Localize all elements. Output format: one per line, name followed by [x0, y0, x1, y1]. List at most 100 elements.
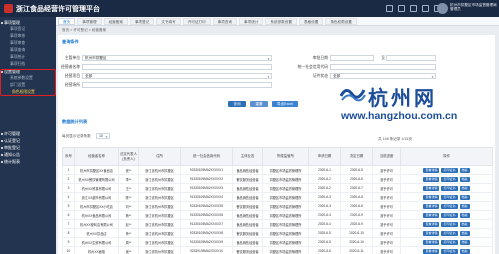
table-cell: 2020-6-9 [340, 210, 373, 220]
table-row[interactable]: 1 杭州市拱墅区XX食品店 张** 浙江省杭州市拱墅区 92330105MA2XXXXX… [62, 165, 493, 175]
sidebar-item[interactable]: 事项查询 [0, 47, 56, 54]
table-cell: 餐饮服务经营者 [232, 174, 263, 184]
sidebar-group[interactable]: 通知公告 [0, 151, 56, 158]
row-action-button[interactable]: 档案 [459, 230, 470, 236]
table-row[interactable]: 8 杭州XX饮品店 黄** 浙江省杭州市拱墅区 92330105MA2XXXXX8 餐饮服… [62, 228, 493, 238]
row-action-button[interactable]: 打印证书 [441, 185, 458, 191]
premises-input[interactable] [82, 82, 272, 88]
sidebar-item[interactable]: 事项审核 [0, 33, 56, 40]
tab[interactable]: 系统参数设置 [265, 17, 297, 25]
table-cell: 2020-6-5 [340, 165, 373, 175]
table-row[interactable]: 5 杭州市拱墅区XX小吃店 刘** 浙江省杭州市拱墅区 92330105MA2XXXXX… [62, 201, 493, 211]
table-cell: 92330105MA2XXXXX8 [180, 228, 233, 238]
sidebar-item[interactable]: 事项归档 [0, 61, 56, 68]
row-action-button[interactable]: 打印证书 [441, 230, 458, 236]
column-header: 主体业态 [232, 147, 263, 166]
row-action-button[interactable]: 查看详情 [423, 167, 440, 173]
row-action-button[interactable]: 查看详情 [423, 203, 440, 209]
top-toolbar [386, 5, 441, 12]
table-cell: 2020-6-6 [340, 174, 373, 184]
table-row[interactable]: 2 杭州XX餐饮管理有限公司 李** 浙江省杭州市拱墅区 91330105MA2XXXX… [62, 174, 493, 184]
tab[interactable]: 经营备案 [103, 17, 128, 25]
table-row[interactable]: 6 杭州XX食品有限公司 杨** 浙江省杭州市拱墅区 91330105MA2XXXXX6… [62, 210, 493, 220]
table-cell: 食品销售经营者 [232, 192, 263, 202]
sidebar-item[interactable]: 事项统计 [0, 54, 56, 61]
sidebar-group[interactable]: 统计报表 [0, 158, 56, 165]
cert-status-select[interactable]: 全部 ▼ [330, 73, 436, 79]
sidebar-group[interactable]: 审批登记 [0, 144, 56, 151]
row-action-button[interactable]: 查看详情 [423, 194, 440, 200]
row-action-button[interactable]: 打印证书 [441, 248, 458, 254]
row-action-button[interactable]: 档案 [459, 176, 470, 182]
row-action-button[interactable]: 档案 [459, 221, 470, 227]
row-action-button[interactable]: 查看详情 [423, 176, 440, 182]
query-button[interactable]: 查询 [228, 101, 246, 107]
home-icon[interactable] [386, 5, 393, 12]
table-cell: 准予许可 [372, 210, 401, 220]
fullscreen-icon[interactable] [422, 5, 429, 12]
row-action-button[interactable]: 查看详情 [423, 185, 440, 191]
table-cell: 餐饮服务经营者 [232, 246, 263, 254]
table-cell: 5 [62, 201, 75, 211]
row-action-button[interactable]: 查看详情 [423, 212, 440, 218]
row-action-button[interactable]: 打印证书 [441, 203, 458, 209]
row-action-button[interactable]: 打印证书 [441, 167, 458, 173]
row-action-button[interactable]: 打印证书 [441, 239, 458, 245]
table-cell: 2020-6-8 [340, 201, 373, 211]
row-action-button[interactable]: 打印证书 [441, 221, 458, 227]
sidebar-group[interactable]: 许可管理 [0, 130, 56, 137]
tab[interactable]: 事项统计 [239, 17, 264, 25]
row-action-button[interactable]: 查看详情 [423, 221, 440, 227]
sidebar-group-affairs[interactable]: 事项管理 [0, 19, 56, 26]
sidebar-item[interactable]: 事项登记 [0, 26, 56, 33]
row-action-button[interactable]: 查看详情 [423, 239, 440, 245]
approval-date-end[interactable] [386, 55, 436, 61]
row-action-button[interactable]: 打印证书 [441, 212, 458, 218]
tab[interactable]: 事项登记 [129, 17, 155, 25]
tab[interactable]: 事项管理 [77, 17, 102, 25]
unit-select[interactable]: 杭州市拱墅区 ▼ [82, 55, 272, 61]
table-cell: 准予许可 [372, 174, 401, 184]
tab[interactable]: 角色权限设置 [325, 17, 357, 25]
operator-name-input[interactable] [82, 64, 272, 70]
tab[interactable]: 事项查询 [212, 17, 238, 25]
table-cell: 6 [62, 210, 75, 220]
tab[interactable]: 文书填写 [156, 17, 181, 25]
table-cell: 周** [118, 237, 139, 247]
export-excel-button[interactable]: 导出Excel [272, 101, 298, 107]
message-icon[interactable] [398, 5, 405, 12]
row-action-button[interactable]: 打印证书 [441, 176, 458, 182]
tab[interactable]: 表格设置 [298, 17, 324, 25]
row-action-button[interactable]: 档案 [459, 167, 470, 173]
table-row[interactable]: 4 浙江XX超市有限公司 陈** 浙江省杭州市拱墅区 91330105MA2XXXXX4… [62, 192, 493, 202]
user-role: 管理员 [450, 7, 461, 12]
tab[interactable]: 许可证打印 [182, 17, 211, 25]
tab[interactable]: 首页 [58, 17, 76, 25]
column-header: 操作 [400, 147, 493, 166]
chevron-down-icon: ▼ [267, 57, 270, 61]
user-info[interactable]: 杭州市拱墅区市场监督管理局 管理员 [450, 3, 498, 12]
table-row[interactable]: 10 杭州XX面馆 吴** 浙江省杭州市拱墅区 92330105MA2XXXX10 餐饮服… [62, 246, 493, 254]
sidebar-item[interactable]: 事项审查 [0, 40, 56, 47]
row-action-button[interactable]: 档案 [459, 194, 470, 200]
reset-button[interactable]: 重置 [250, 101, 268, 107]
row-action-button[interactable]: 档案 [459, 185, 470, 191]
row-action-button[interactable]: 档案 [459, 239, 470, 245]
user-avatar[interactable] [437, 3, 448, 14]
row-action-button[interactable]: 档案 [459, 212, 470, 218]
sidebar-group[interactable]: 认证登记 [0, 137, 56, 144]
row-action-button[interactable]: 查看详情 [423, 248, 440, 254]
table-cell: 2020-6-3 [308, 192, 341, 202]
table-row[interactable]: 7 杭州XX便利店有限公司 赵** 浙江省杭州市拱墅区 91330105MA2XXXXX… [62, 219, 493, 229]
row-action-button[interactable]: 档案 [459, 203, 470, 209]
table-cell: 浙江省杭州市拱墅区 [138, 228, 181, 238]
table-row[interactable]: 9 杭州XX生鲜有限公司 周** 浙江省杭州市拱墅区 91330105MA2XXXXX9… [62, 237, 493, 247]
row-action-button[interactable]: 查看详情 [423, 230, 440, 236]
settings-icon[interactable] [410, 5, 417, 12]
table-row[interactable]: 3 杭州XX贸易有限公司 王** 浙江省杭州市拱墅区 91330105MA2XXXXX3… [62, 183, 493, 193]
credit-code-input[interactable] [330, 64, 436, 70]
business-item-select[interactable]: 全部 ▼ [82, 73, 272, 79]
row-action-button[interactable]: 打印证书 [441, 194, 458, 200]
page-size-select[interactable]: 10 ▼ [96, 133, 110, 139]
row-action-button[interactable]: 档案 [459, 248, 470, 254]
